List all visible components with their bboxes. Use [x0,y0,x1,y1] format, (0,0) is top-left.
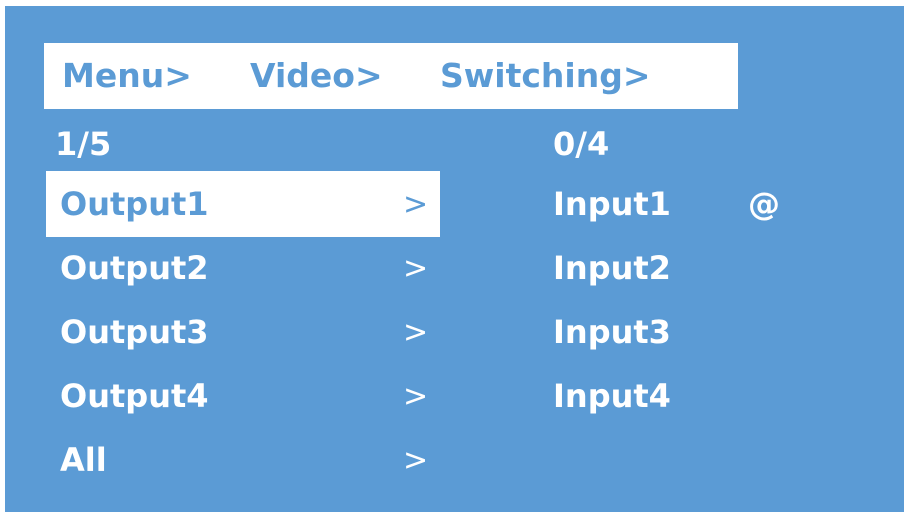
breadcrumb-item-menu[interactable]: Menu> [62,43,250,109]
menu-item-input4[interactable]: Input4 [553,376,671,416]
breadcrumb: Menu> Video> Switching> [44,43,738,109]
menu-item-input2[interactable]: Input2 [553,248,671,288]
breadcrumb-item-video[interactable]: Video> [250,43,440,109]
output-page-indicator: 1/5 [55,125,112,163]
menu-item-output4[interactable]: Output4 [60,376,209,416]
chevron-right-icon: > [403,379,429,414]
chevron-right-icon: > [403,443,429,478]
menu-item-input3[interactable]: Input3 [553,312,671,352]
input-page-indicator: 0/4 [553,125,610,163]
menu-item-input1[interactable]: Input1 [553,184,671,224]
menu-item-output1[interactable]: Output1 [60,184,209,224]
menu-item-output3[interactable]: Output3 [60,312,209,352]
chevron-right-icon: > [403,315,429,350]
chevron-right-icon: > [403,187,429,222]
menu-item-all[interactable]: All [60,440,107,480]
chevron-right-icon: > [403,251,429,286]
osd-menu-screen: Menu> Video> Switching> 1/5 Output1 > Outp… [5,6,904,512]
active-input-marker: @ [748,185,780,223]
breadcrumb-item-switching[interactable]: Switching> [440,43,650,109]
menu-item-output2[interactable]: Output2 [60,248,209,288]
